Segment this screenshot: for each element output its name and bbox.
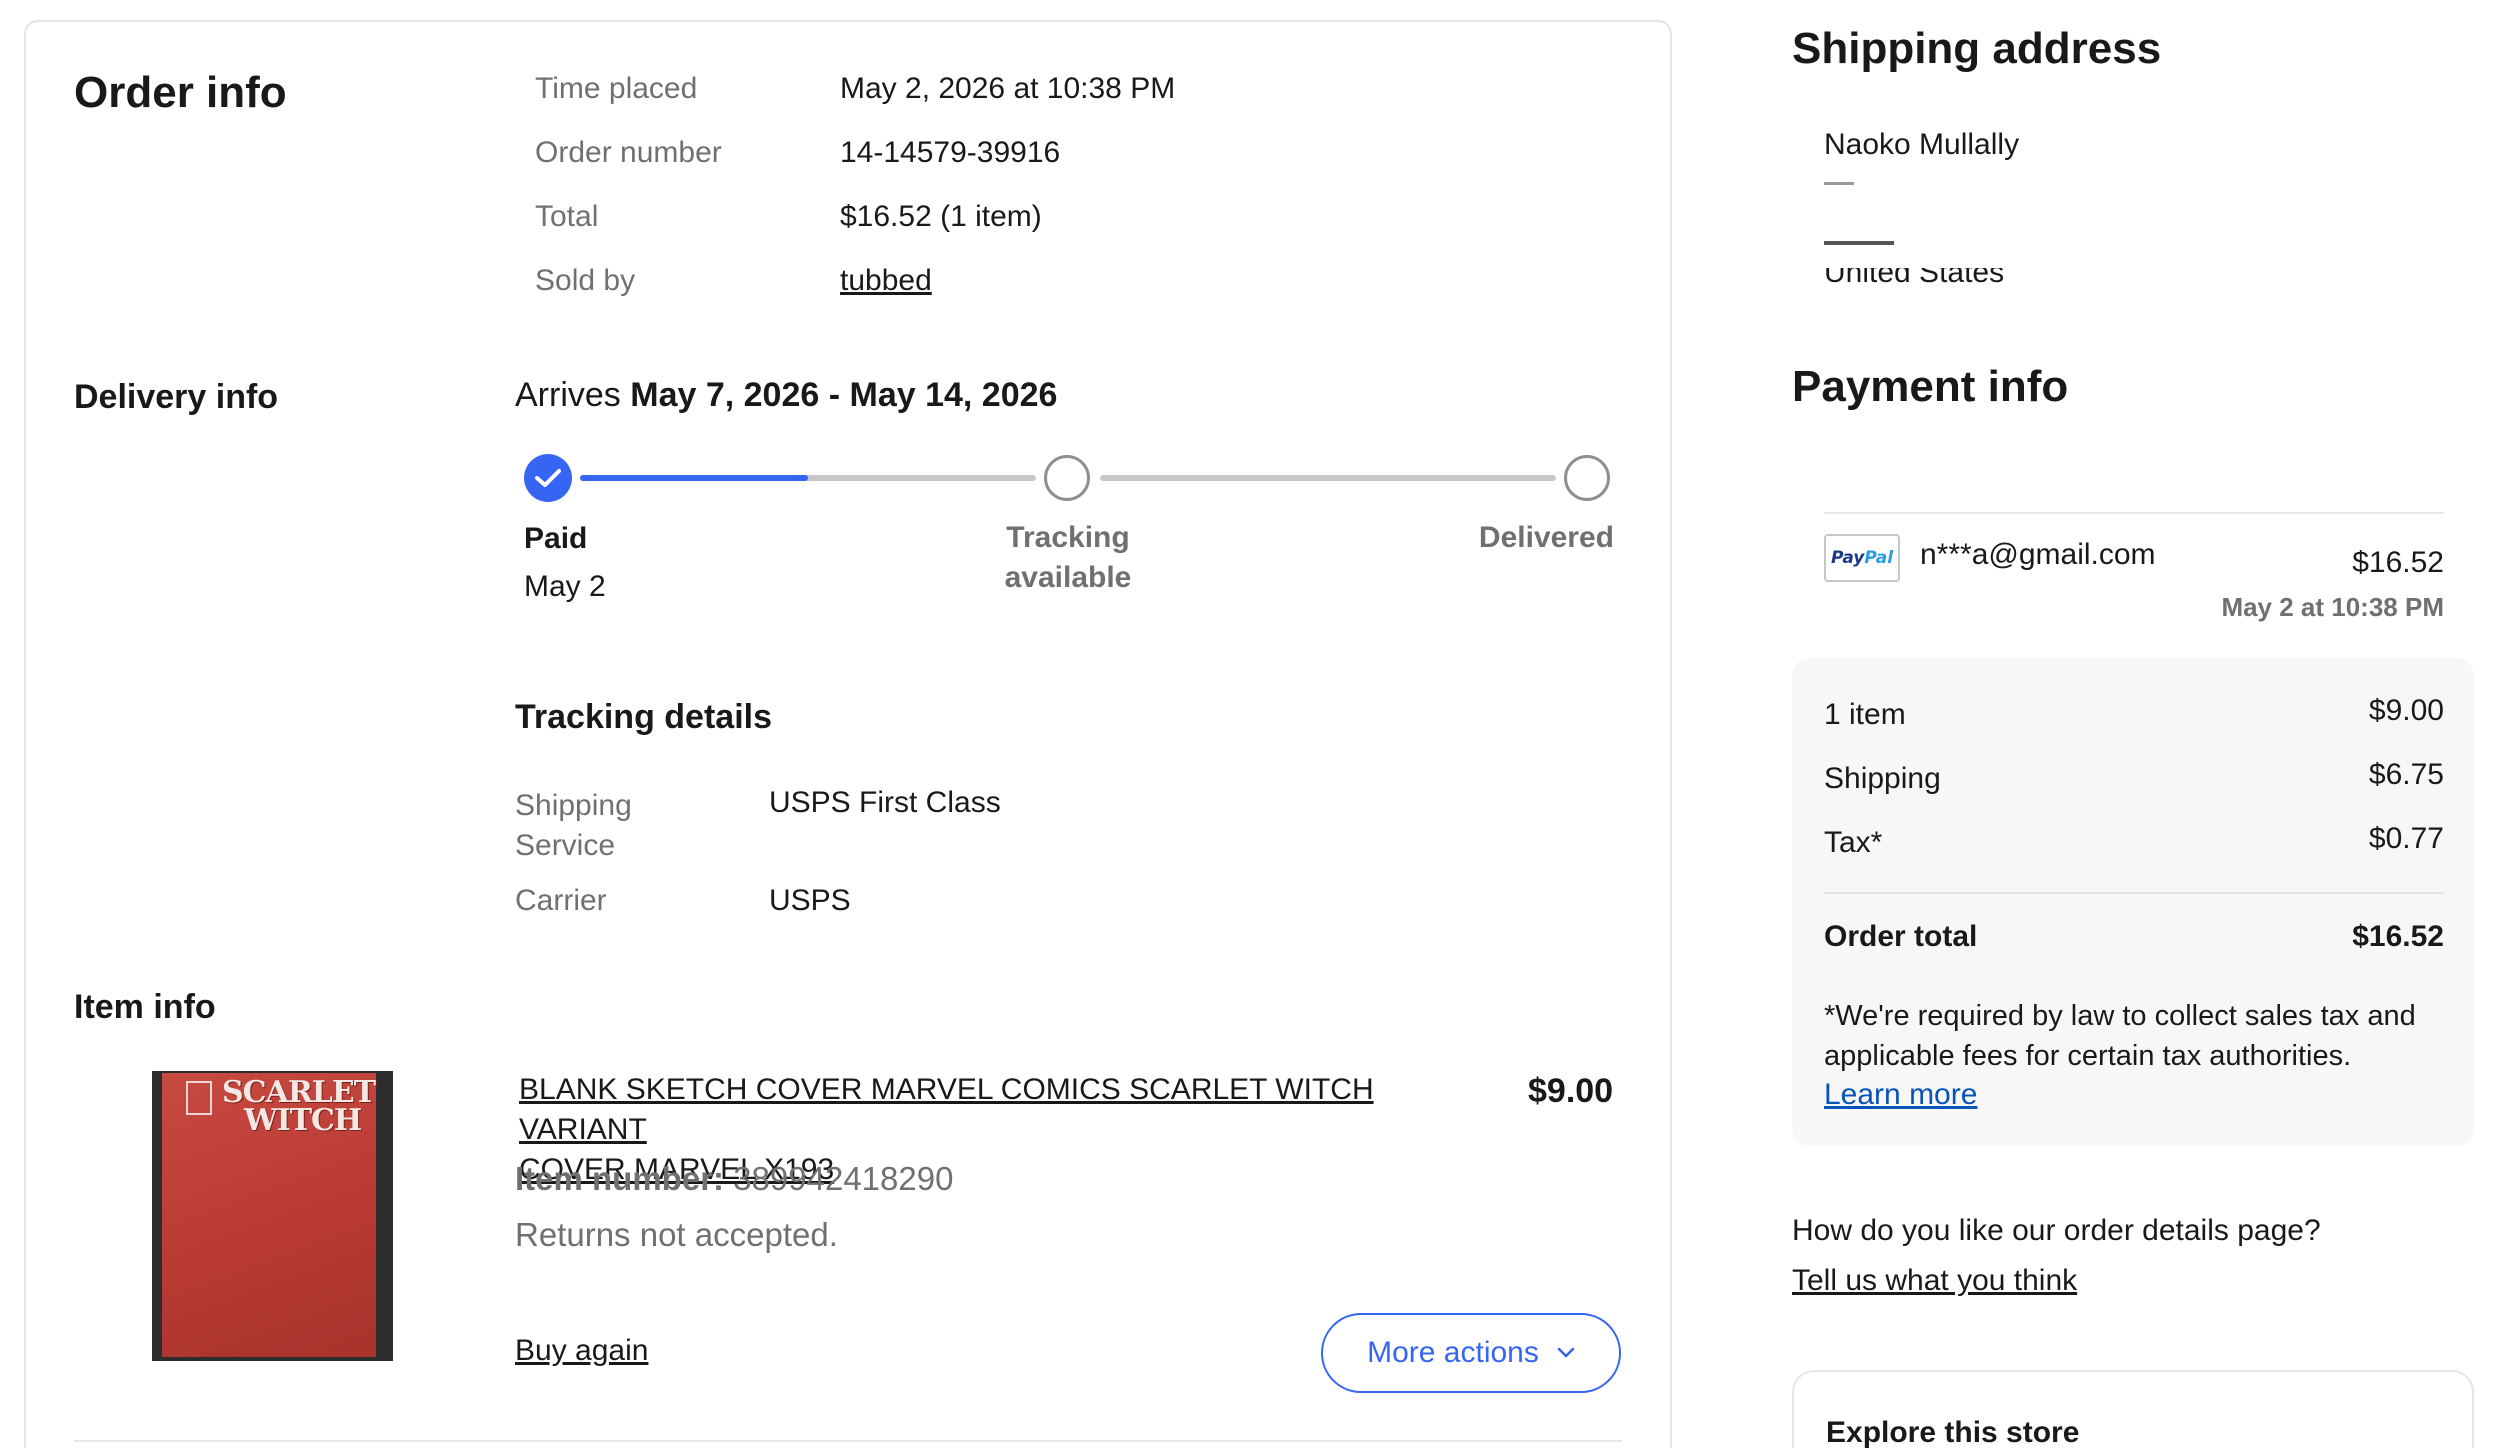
- item-info-heading: Item info: [74, 988, 216, 1026]
- item-number-label: Item number:: [515, 1160, 725, 1197]
- summary-rule: [1824, 892, 2444, 894]
- learn-more-link[interactable]: Learn more: [1824, 1078, 1977, 1112]
- total-value: $16.52 (1 item): [840, 200, 1042, 233]
- progress-track-1: [580, 475, 1036, 481]
- summary-items-label: 1 item: [1824, 698, 1906, 731]
- step-paid-check-icon: [524, 454, 572, 502]
- arrives-range: May 7, 2026 - May 14, 2026: [630, 376, 1058, 414]
- arrives-text: Arrives May 7, 2026 - May 14, 2026: [515, 376, 1057, 415]
- item-price: $9.00: [1528, 1072, 1614, 1110]
- address-redacted-line-1: [1824, 182, 1854, 185]
- payment-info-heading: Payment info: [1792, 362, 2069, 411]
- address-redacted-line-2: [1824, 232, 2224, 246]
- step-tracking-circle-icon: [1044, 455, 1090, 501]
- order-info-heading: Order info: [74, 68, 287, 117]
- payment-amount: $16.52: [2352, 546, 2444, 579]
- time-placed-value: May 2, 2026 at 10:38 PM: [840, 72, 1176, 105]
- summary-tax-label: Tax*: [1824, 826, 1883, 859]
- cover-corner-box: [186, 1081, 212, 1115]
- seller-link[interactable]: tubbed: [840, 264, 932, 298]
- payment-rule: [1824, 512, 2444, 514]
- item-divider: [74, 1440, 1622, 1442]
- item-number-value: 389942418290: [733, 1160, 954, 1197]
- step-paid-label: Paid: [524, 522, 588, 555]
- order-total-label: Order total: [1824, 920, 1978, 953]
- carrier-label: Carrier: [515, 884, 607, 917]
- cover-logo: SCARLET WITCH: [222, 1075, 376, 1138]
- payment-account: n***a@gmail.com: [1920, 538, 2156, 571]
- step-paid-date: May 2: [524, 570, 606, 603]
- shipping-address-heading: Shipping address: [1792, 24, 2162, 73]
- item-number: Item number: 389942418290: [515, 1160, 953, 1198]
- carrier-value: USPS: [769, 884, 851, 917]
- explore-store-heading: Explore this store: [1826, 1416, 2080, 1448]
- summary-items-value: $9.00: [2368, 694, 2444, 727]
- feedback-question: How do you like our order details page?: [1792, 1214, 2321, 1247]
- tax-note: *We're required by law to collect sales …: [1824, 1000, 2416, 1072]
- chevron-down-icon: [1557, 1347, 1575, 1358]
- total-label: Total: [535, 200, 599, 233]
- recipient-name: Naoko Mullally: [1824, 128, 2020, 161]
- summary-shipping-label: Shipping: [1824, 762, 1941, 795]
- order-total-value: $16.52: [2352, 920, 2444, 953]
- paypal-icon: Pay Pal: [1824, 534, 1900, 582]
- payment-date: May 2 at 10:38 PM: [2221, 592, 2444, 622]
- tracking-details-heading: Tracking details: [515, 698, 772, 736]
- step-delivered-circle-icon: [1564, 455, 1610, 501]
- feedback-link[interactable]: Tell us what you think: [1792, 1264, 2077, 1298]
- sold-by-label: Sold by: [535, 264, 636, 297]
- step-delivered-label: Delivered: [1478, 521, 1614, 554]
- buy-again-link[interactable]: Buy again: [515, 1334, 648, 1368]
- comic-cover-image: SCARLET WITCH: [162, 1073, 376, 1357]
- address-country: United States: [1824, 268, 2005, 289]
- arrives-prefix: Arrives: [515, 376, 621, 414]
- time-placed-label: Time placed: [535, 72, 698, 105]
- summary-tax-value: $0.77: [2368, 822, 2444, 855]
- returns-policy: Returns not accepted.: [515, 1216, 838, 1253]
- shipping-service-label: Shipping Service: [515, 789, 632, 862]
- more-actions-button[interactable]: More actions: [1321, 1313, 1621, 1393]
- more-actions-label: More actions: [1367, 1336, 1539, 1369]
- order-number-label: Order number: [535, 136, 722, 169]
- progress-track-2: [1100, 475, 1556, 481]
- order-number-value: 14-14579-39916: [840, 136, 1061, 169]
- shipping-service-value: USPS First Class: [769, 786, 1001, 819]
- step-tracking-label: Tracking available: [1004, 521, 1132, 594]
- summary-shipping-value: $6.75: [2368, 758, 2444, 791]
- delivery-info-heading: Delivery info: [74, 378, 279, 416]
- progress-fill: [580, 475, 808, 481]
- item-thumbnail[interactable]: SCARLET WITCH: [152, 1071, 393, 1361]
